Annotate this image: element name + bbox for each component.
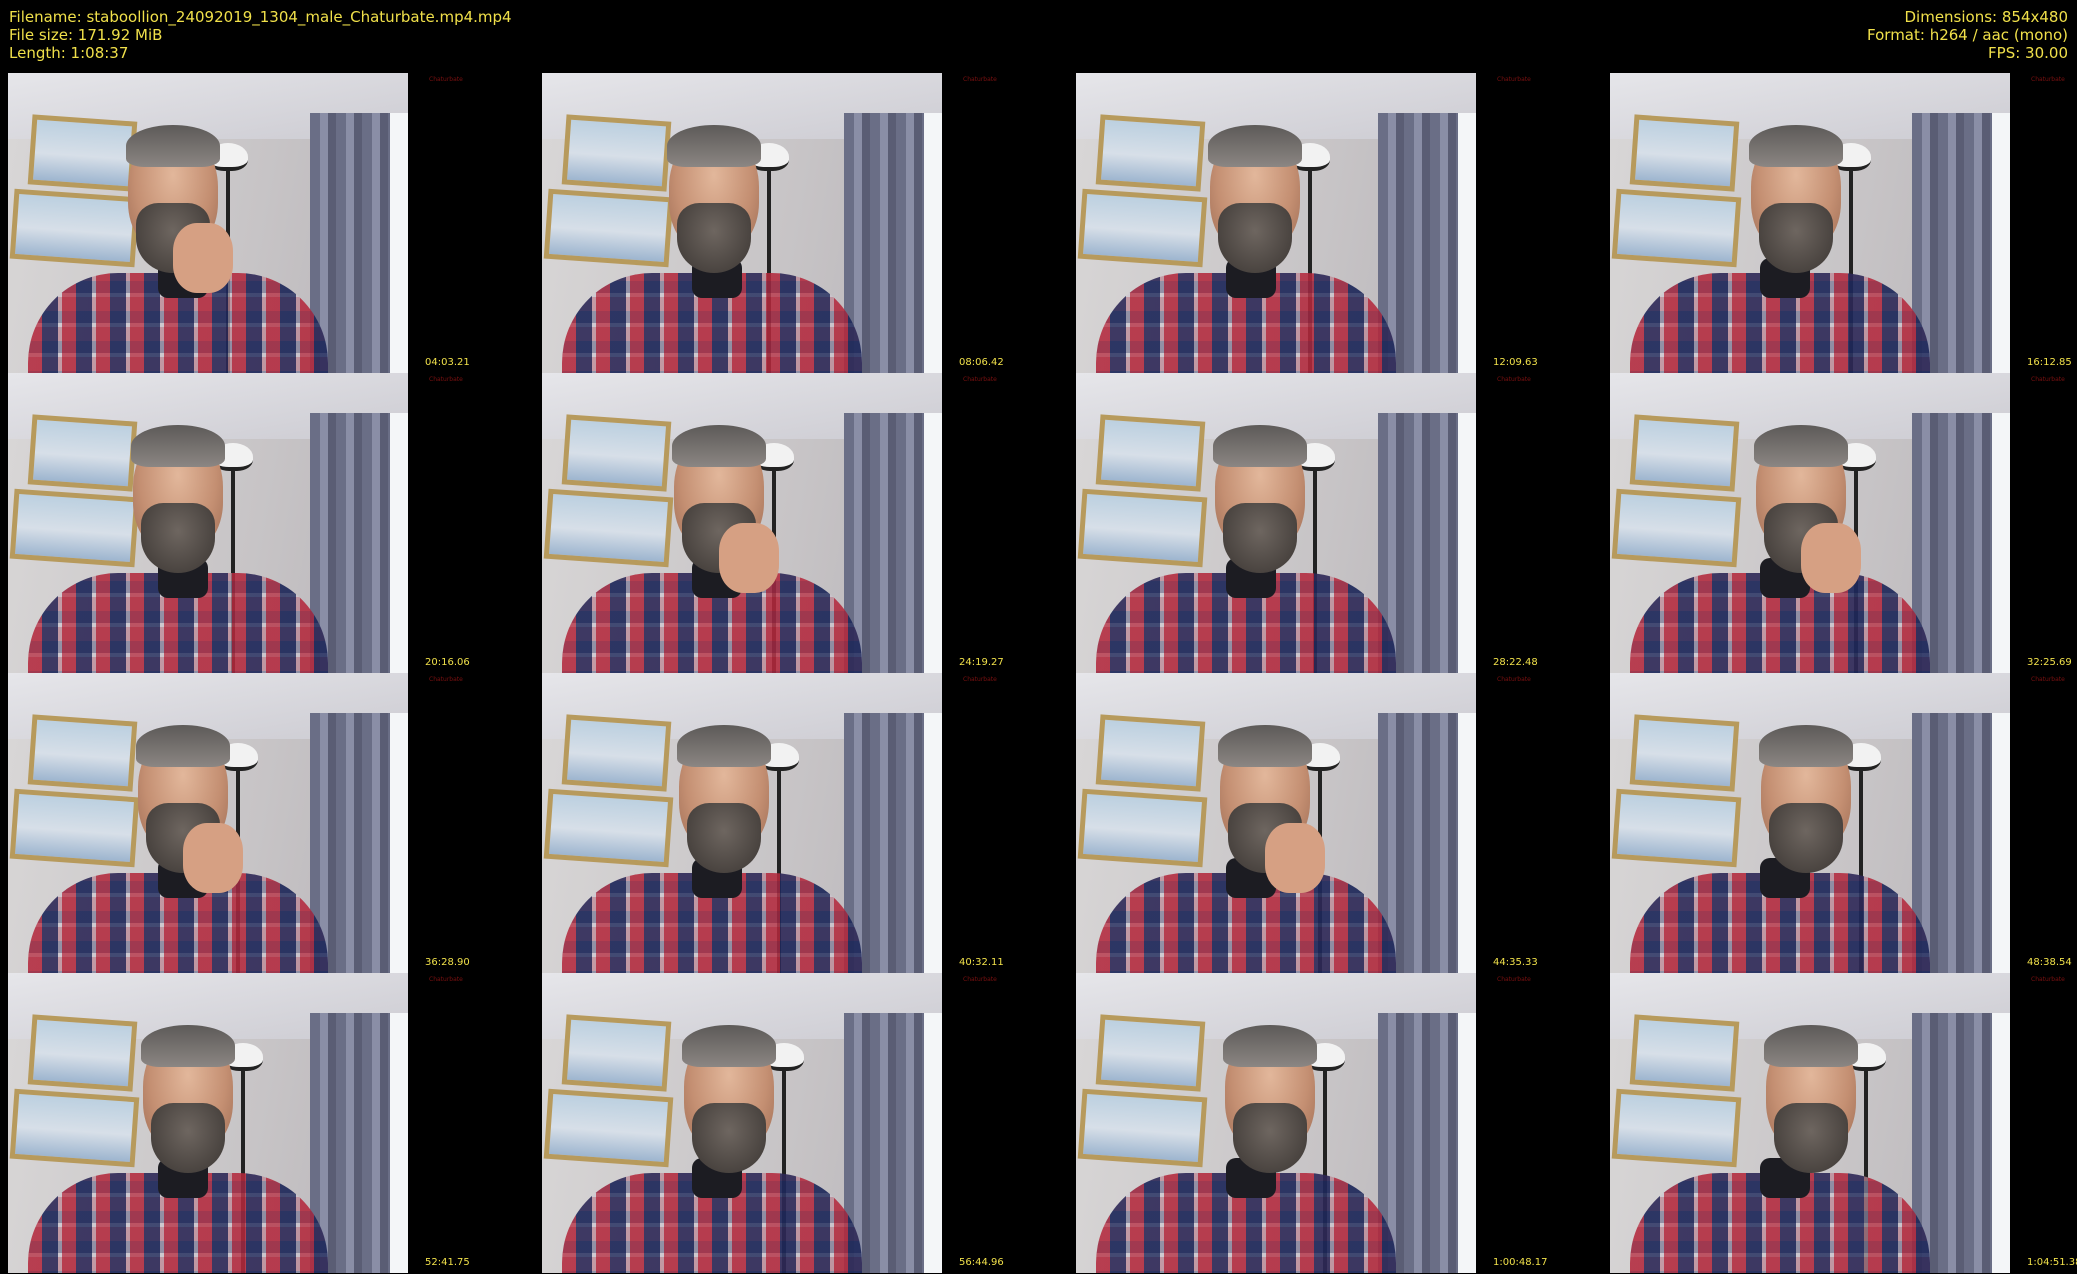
timestamp-label: 52:41.75 (425, 1257, 470, 1268)
thumbnail-cell: Chaturbate 48:38.54 (1602, 673, 2077, 973)
thumbnail-cell: Chaturbate 24:19.27 (534, 373, 1067, 673)
thumbnail-sidebar: Chaturbate 24:19.27 (942, 373, 1067, 673)
watermark-text: Chaturbate (963, 76, 997, 83)
thumbnail-cell: Chaturbate 12:09.63 (1068, 73, 1601, 373)
watermark-text: Chaturbate (2031, 76, 2065, 83)
timestamp-label: 40:32.11 (959, 957, 1004, 968)
thumbnail-cell: Chaturbate 20:16.06 (0, 373, 533, 673)
thumbnail-sidebar: Chaturbate 04:03.21 (408, 73, 533, 373)
watermark-text: Chaturbate (2031, 976, 2065, 983)
timestamp-label: 44:35.33 (1493, 957, 1538, 968)
timestamp-label: 24:19.27 (959, 657, 1004, 668)
timestamp-label: 20:16.06 (425, 657, 470, 668)
watermark-text: Chaturbate (429, 676, 463, 683)
thumbnail-cell: Chaturbate 28:22.48 (1068, 373, 1601, 673)
video-frame-image (542, 373, 942, 673)
thumbnail-sidebar: Chaturbate 1:04:51.38 (2010, 973, 2077, 1273)
video-frame-image (1610, 673, 2010, 973)
video-frame-image (8, 973, 408, 1273)
thumbnail-cell: Chaturbate 04:03.21 (0, 73, 533, 373)
thumbnail-sidebar: Chaturbate 56:44.96 (942, 973, 1067, 1273)
thumbnail-sidebar: Chaturbate 52:41.75 (408, 973, 533, 1273)
thumbnail-sidebar: Chaturbate 1:00:48.17 (1476, 973, 1601, 1273)
thumbnail-sidebar: Chaturbate 28:22.48 (1476, 373, 1601, 673)
thumbnail-sidebar: Chaturbate 32:25.69 (2010, 373, 2077, 673)
video-frame-image (1076, 973, 1476, 1273)
watermark-text: Chaturbate (963, 676, 997, 683)
thumbnail-cell: Chaturbate 52:41.75 (0, 973, 533, 1273)
timestamp-label: 08:06.42 (959, 357, 1004, 368)
timestamp-label: 48:38.54 (2027, 957, 2072, 968)
thumbnail-sidebar: Chaturbate 12:09.63 (1476, 73, 1601, 373)
video-frame-image (1610, 73, 2010, 373)
watermark-text: Chaturbate (429, 976, 463, 983)
watermark-text: Chaturbate (429, 376, 463, 383)
timestamp-label: 12:09.63 (1493, 357, 1538, 368)
thumbnail-cell: Chaturbate 08:06.42 (534, 73, 1067, 373)
video-frame-image (1610, 973, 2010, 1273)
video-frame-image (1076, 673, 1476, 973)
thumbnail-sidebar: Chaturbate 20:16.06 (408, 373, 533, 673)
watermark-text: Chaturbate (1497, 76, 1531, 83)
watermark-text: Chaturbate (2031, 676, 2065, 683)
video-frame-image (1610, 373, 2010, 673)
thumbnail-sidebar: Chaturbate 36:28.90 (408, 673, 533, 973)
thumbnail-sidebar: Chaturbate 08:06.42 (942, 73, 1067, 373)
video-frame-image (542, 673, 942, 973)
video-frame-image (542, 973, 942, 1273)
thumbnail-sidebar: Chaturbate 48:38.54 (2010, 673, 2077, 973)
timestamp-label: 1:04:51.38 (2027, 1257, 2077, 1268)
thumbnail-cell: Chaturbate 1:00:48.17 (1068, 973, 1601, 1273)
timestamp-label: 16:12.85 (2027, 357, 2072, 368)
thumbnail-sidebar: Chaturbate 44:35.33 (1476, 673, 1601, 973)
video-frame-image (542, 73, 942, 373)
video-frame-image (8, 373, 408, 673)
watermark-text: Chaturbate (1497, 976, 1531, 983)
thumbnail-sidebar: Chaturbate 16:12.85 (2010, 73, 2077, 373)
thumbnail-grid: Chaturbate 04:03.21 Chaturbate 08:06.42 Chat… (0, 0, 2077, 1274)
timestamp-label: 1:00:48.17 (1493, 1257, 1548, 1268)
video-frame-image (1076, 73, 1476, 373)
thumbnail-sidebar: Chaturbate 40:32.11 (942, 673, 1067, 973)
video-frame-image (8, 673, 408, 973)
watermark-text: Chaturbate (963, 976, 997, 983)
thumbnail-cell: Chaturbate 32:25.69 (1602, 373, 2077, 673)
timestamp-label: 04:03.21 (425, 357, 470, 368)
timestamp-label: 56:44.96 (959, 1257, 1004, 1268)
video-frame-image (1076, 373, 1476, 673)
watermark-text: Chaturbate (1497, 376, 1531, 383)
thumbnail-cell: Chaturbate 56:44.96 (534, 973, 1067, 1273)
watermark-text: Chaturbate (429, 76, 463, 83)
thumbnail-cell: Chaturbate 16:12.85 (1602, 73, 2077, 373)
watermark-text: Chaturbate (1497, 676, 1531, 683)
timestamp-label: 32:25.69 (2027, 657, 2072, 668)
thumbnail-cell: Chaturbate 36:28.90 (0, 673, 533, 973)
thumbnail-cell: Chaturbate 40:32.11 (534, 673, 1067, 973)
watermark-text: Chaturbate (963, 376, 997, 383)
thumbnail-cell: Chaturbate 44:35.33 (1068, 673, 1601, 973)
timestamp-label: 36:28.90 (425, 957, 470, 968)
watermark-text: Chaturbate (2031, 376, 2065, 383)
video-frame-image (8, 73, 408, 373)
thumbnail-cell: Chaturbate 1:04:51.38 (1602, 973, 2077, 1273)
timestamp-label: 28:22.48 (1493, 657, 1538, 668)
